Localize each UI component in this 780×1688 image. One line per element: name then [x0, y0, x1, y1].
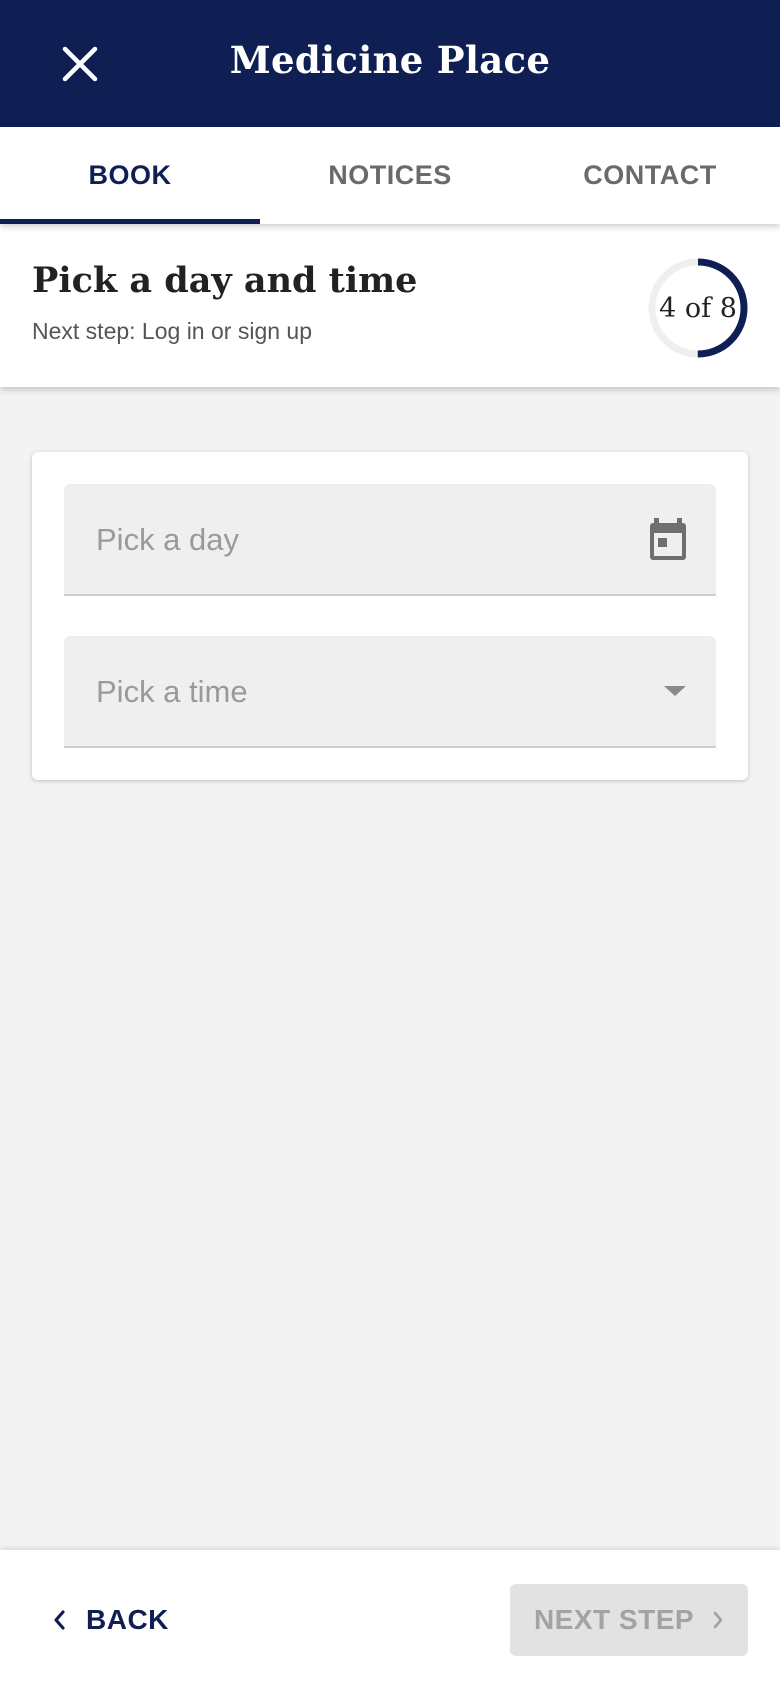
chevron-right-icon [713, 1611, 723, 1629]
back-label: BACK [86, 1604, 169, 1635]
app-bar: Medicine Place [0, 0, 780, 127]
progress-label: 4 of 8 [659, 292, 737, 324]
step-header: Pick a day and time Next step: Log in or… [0, 224, 780, 387]
time-placeholder: Pick a time [96, 674, 248, 709]
booking-card: Pick a day Pick a time [32, 452, 748, 780]
back-button[interactable]: BACK [52, 1592, 169, 1648]
bottom-nav-bar: BACK NEXT STEP [0, 1550, 780, 1688]
step-progress: 4 of 8 [646, 256, 750, 360]
next-step-label: NEXT STEP [533, 1604, 695, 1635]
day-placeholder: Pick a day [96, 522, 240, 557]
app-title: Medicine Place [229, 38, 551, 82]
tab-notices[interactable]: NOTICES [260, 127, 520, 224]
day-picker-field[interactable]: Pick a day [64, 484, 716, 596]
time-picker-field[interactable]: Pick a time [64, 636, 716, 748]
tab-bar: BOOK NOTICES CONTACT [0, 127, 780, 224]
dropdown-arrow-icon [664, 686, 686, 696]
chevron-left-icon [54, 1610, 65, 1630]
tab-book[interactable]: BOOK [0, 127, 260, 224]
tab-contact[interactable]: CONTACT [520, 127, 780, 224]
next-step-hint: Next step: Log in or sign up [32, 318, 312, 344]
next-step-button[interactable]: NEXT STEP [510, 1584, 748, 1656]
calendar-icon[interactable] [648, 518, 688, 562]
step-title: Pick a day and time [32, 260, 418, 301]
